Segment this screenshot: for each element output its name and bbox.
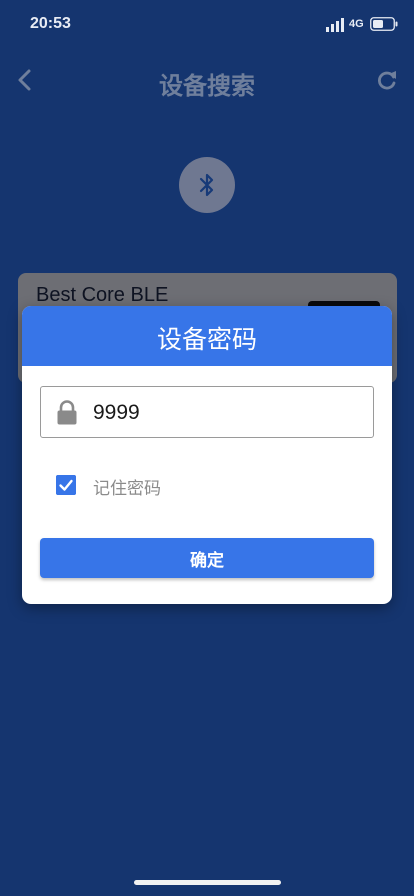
network-type: 4G [349, 18, 364, 30]
password-dialog: 设备密码 记住密码 确定 [22, 306, 392, 604]
remember-password-checkbox[interactable] [56, 475, 76, 495]
device-name: Best Core BLE [36, 284, 169, 306]
status-bar: 20:53 4G [0, 0, 414, 48]
home-indicator [134, 880, 281, 885]
bluetooth-button[interactable] [179, 157, 235, 213]
refresh-icon[interactable] [376, 68, 398, 92]
confirm-button[interactable]: 确定 [40, 538, 374, 578]
dialog-title: 设备密码 [156, 325, 257, 354]
page-title: 设备搜索 [159, 72, 255, 100]
signal-bars-icon [326, 18, 344, 32]
status-time: 20:53 [30, 15, 71, 32]
password-input[interactable] [93, 395, 363, 431]
remember-password-label: 记住密码 [93, 479, 161, 499]
bluetooth-icon [199, 173, 214, 197]
app-header: 设备搜索 [0, 56, 414, 104]
lock-icon [57, 400, 77, 425]
password-field[interactable] [40, 386, 374, 438]
battery-icon [370, 17, 398, 31]
dialog-header: 设备密码 [22, 306, 392, 366]
